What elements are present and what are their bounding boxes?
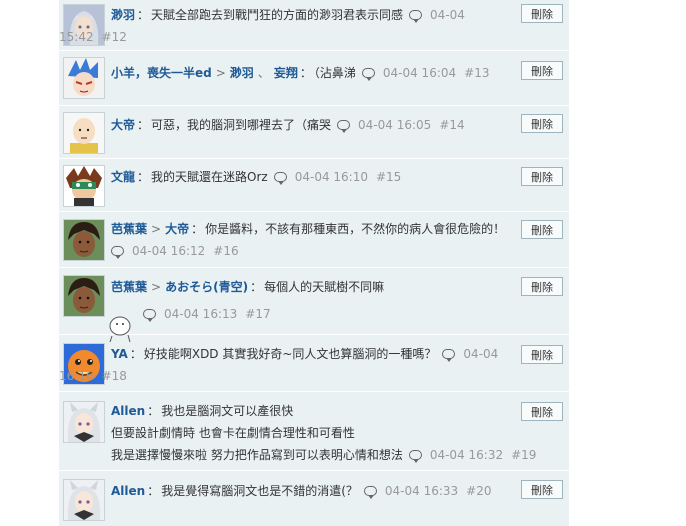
reply-bubble-icon[interactable] xyxy=(143,309,156,322)
comment-text: 你是醬料，不該有那種東西，不然你的病人會很危險的！ xyxy=(205,222,506,236)
comment-meta: 04-04 16:13 #17 xyxy=(143,303,543,325)
avatar[interactable] xyxy=(63,479,105,521)
delete-button[interactable]: 刪除 xyxy=(521,480,563,499)
comment-date: 04-04 16:12 xyxy=(132,244,206,258)
avatar[interactable] xyxy=(63,165,105,207)
reply-bubble-icon[interactable] xyxy=(363,486,377,499)
reply-bubble-icon[interactable] xyxy=(111,246,124,259)
comment-seq: #16 xyxy=(213,244,239,258)
comment-row: Allen：我是覺得寫腦洞文也是不錯的消遣(？ 04-04 16:33 #20 刪除 xyxy=(59,471,569,526)
comment-date: 04-04 xyxy=(463,347,499,361)
reply-bubble-icon[interactable] xyxy=(337,120,351,133)
comment-row: 渺羽：天賦全部跑去到戰鬥狂的方面的渺羽君表示同感 04-04 15:42 #12 刪除 xyxy=(59,0,569,51)
delete-button[interactable]: 刪除 xyxy=(521,167,563,186)
target-name[interactable]: 大帝 xyxy=(165,222,189,236)
comment-body: 芭蕉葉 > 大帝：你是醬料，不該有那種東西，不然你的病人會很危險的！ 04-04 16… xyxy=(111,222,506,259)
author-name[interactable]: 大帝 xyxy=(111,118,135,132)
comment-text: 我是選擇慢慢來啦 努力把作品寫到可以表明心情和想法 xyxy=(111,448,403,462)
author-name[interactable]: Allen xyxy=(111,404,145,418)
delete-button[interactable]: 刪除 xyxy=(521,61,563,80)
comment-text: 我也是腦洞文可以產很快 xyxy=(161,404,294,418)
avatar[interactable] xyxy=(63,57,105,99)
comment-row: Allen：我也是腦洞文可以產很快 但要設計劇情時 也會卡在劇情合理性和可看性 … xyxy=(59,392,569,471)
comment-body: 小羊，喪失一半ed > 渺羽、妄翔：（沾鼻涕 04-04 16:04 #13 xyxy=(111,66,490,81)
delete-button[interactable]: 刪除 xyxy=(521,220,563,239)
avatar[interactable] xyxy=(63,219,105,261)
comment-date: 04-04 16:13 xyxy=(164,307,238,321)
comment-text: 可惡，我的腦洞到哪裡去了（痛哭 xyxy=(151,118,332,132)
comment-date: 04-04 16:33 xyxy=(384,484,459,498)
comment-seq: #20 xyxy=(466,484,492,498)
author-name[interactable]: 文龍 xyxy=(111,170,135,184)
comment-row: 小羊，喪失一半ed > 渺羽、妄翔：（沾鼻涕 04-04 16:04 #13 刪除 xyxy=(59,51,569,106)
avatar[interactable] xyxy=(63,275,105,317)
comment-row: 芭蕉葉 > 大帝：你是醬料，不該有那種東西，不然你的病人會很危險的！ 04-04 16… xyxy=(59,212,569,268)
delete-button[interactable]: 刪除 xyxy=(521,345,563,364)
comment-body: Allen：我也是腦洞文可以產很快 但要設計劇情時 也會卡在劇情合理性和可看性 … xyxy=(111,404,537,463)
comment-row: 文龍：我的天賦還在迷路Orz 04-04 16:10 #15 刪除 xyxy=(59,159,569,212)
avatar[interactable] xyxy=(63,112,105,154)
target-name[interactable]: 妄翔 xyxy=(274,66,298,80)
comment-body: YA：好技能啊XDD 其實我好奇~同人文也算腦洞的一種嗎？ 04-04 16:16 #… xyxy=(59,347,499,383)
comment-text: 天賦全部跑去到戰鬥狂的方面的渺羽君表示同感 xyxy=(151,8,404,22)
delete-button[interactable]: 刪除 xyxy=(521,402,563,421)
comment-text: 但要設計劇情時 也會卡在劇情合理性和可看性 xyxy=(111,426,355,440)
comment-date: 04-04 16:04 xyxy=(382,66,457,80)
comment-seq: #13 xyxy=(464,66,490,80)
comment-seq: #18 xyxy=(101,369,127,383)
comment-date: 04-04 16:32 xyxy=(429,448,504,462)
author-name[interactable]: Allen xyxy=(111,484,145,498)
author-name[interactable]: YA xyxy=(111,347,128,361)
comment-time: 16:16 xyxy=(59,369,94,383)
comment-row: 大帝：可惡，我的腦洞到哪裡去了（痛哭 04-04 16:05 #14 刪除 xyxy=(59,106,569,159)
avatar[interactable] xyxy=(63,401,105,443)
comment-text: 我的天賦還在迷路Orz xyxy=(151,170,268,184)
comment-seq: #14 xyxy=(439,118,465,132)
target-name[interactable]: 渺羽 xyxy=(230,66,254,80)
delete-button[interactable]: 刪除 xyxy=(521,114,563,133)
comment-date: 04-04 16:10 xyxy=(294,170,368,184)
comment-text: 我是覺得寫腦洞文也是不錯的消遣(？ xyxy=(161,484,358,498)
comment-seq: #15 xyxy=(375,170,402,184)
comment-body: Allen：我是覺得寫腦洞文也是不錯的消遣(？ 04-04 16:33 #20 xyxy=(111,484,492,499)
reply-bubble-icon[interactable] xyxy=(409,10,423,23)
comment-text: 每個人的天賦樹不同嘛 xyxy=(264,280,385,294)
comment-seq: #19 xyxy=(511,448,537,462)
comment-date: 04-04 16:05 xyxy=(358,118,432,132)
comment-body: 文龍：我的天賦還在迷路Orz 04-04 16:10 #15 xyxy=(111,170,402,185)
comment-seq: #12 xyxy=(101,30,127,44)
delete-button[interactable]: 刪除 xyxy=(521,277,563,296)
target-name[interactable]: あおそら(青空) xyxy=(165,280,248,294)
reply-bubble-icon[interactable] xyxy=(273,172,287,185)
comment-text: 好技能啊XDD 其實我好奇~同人文也算腦洞的一種嗎？ xyxy=(143,347,437,361)
comment-row: 芭蕉葉 > あおそら(青空)：每個人的天賦樹不同嘛 04-04 16:13 #17 刪… xyxy=(59,268,569,343)
comment-list: 渺羽：天賦全部跑去到戰鬥狂的方面的渺羽君表示同感 04-04 15:42 #12 刪除… xyxy=(59,0,569,526)
comment-body: 大帝：可惡，我的腦洞到哪裡去了（痛哭 04-04 16:05 #14 xyxy=(111,118,465,133)
comment-time: 15:42 xyxy=(59,30,94,44)
author-name[interactable]: 芭蕉葉 xyxy=(111,280,147,294)
delete-button[interactable]: 刪除 xyxy=(521,4,563,23)
reply-bubble-icon[interactable] xyxy=(408,450,422,463)
author-name[interactable]: 芭蕉葉 xyxy=(111,222,147,236)
comment-text: （沾鼻涕 xyxy=(313,66,356,80)
comment-seq: #17 xyxy=(245,307,271,321)
author-name[interactable]: 小羊，喪失一半ed xyxy=(111,66,212,80)
comment-row: YA：好技能啊XDD 其實我好奇~同人文也算腦洞的一種嗎？ 04-04 16:16 #… xyxy=(59,335,569,392)
reply-bubble-icon[interactable] xyxy=(361,68,375,81)
comment-body: 芭蕉葉 > あおそら(青空)：每個人的天賦樹不同嘛 xyxy=(111,280,385,294)
reply-bubble-icon[interactable] xyxy=(442,349,456,362)
comment-date: 04-04 xyxy=(430,8,465,22)
comment-body: 渺羽：天賦全部跑去到戰鬥狂的方面的渺羽君表示同感 04-04 15:42 #12 xyxy=(59,8,465,44)
author-name[interactable]: 渺羽 xyxy=(111,8,135,22)
